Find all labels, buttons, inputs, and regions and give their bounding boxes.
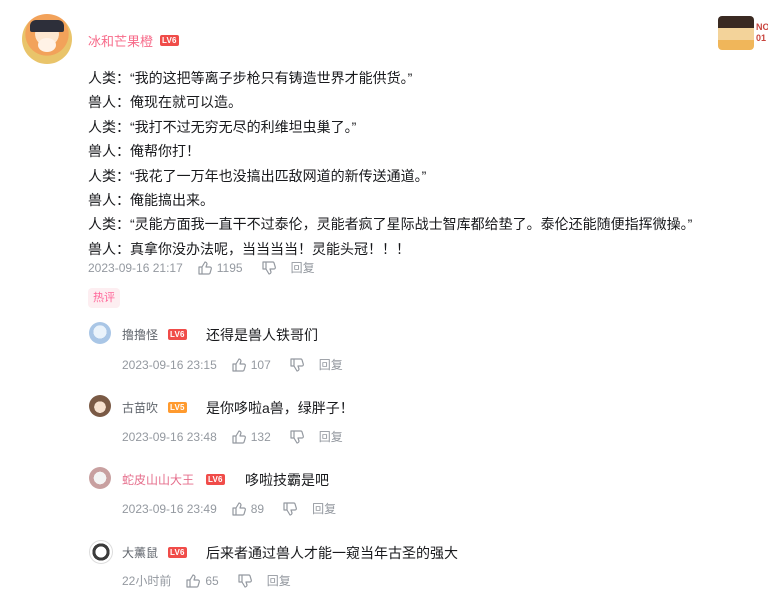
like-count: 89 xyxy=(250,501,265,516)
reply-button[interactable]: 回复 xyxy=(267,572,291,589)
reply-text: 还得是兽人铁哥们 xyxy=(206,327,318,343)
comment-date: 22小时前 xyxy=(122,574,172,588)
comment-line: 人类：“灵能方面我一直干不过泰伦，灵能者疯了星际战士智库都给垫了。泰伦还能随便指… xyxy=(88,216,693,233)
main-comment-meta: 2023-09-16 21:17 1195 回复 xyxy=(88,259,315,276)
reply-text: 哆啦技霸是吧 xyxy=(245,472,329,488)
like-count: 65 xyxy=(205,573,219,588)
reply-text: 后来者通过兽人才能一窥当年古圣的强大 xyxy=(206,545,458,561)
corner-badge-line-2: 01 xyxy=(756,33,767,43)
level-badge: LV5 xyxy=(168,402,187,413)
thumbs-up-icon[interactable] xyxy=(197,260,213,276)
comment-line: 兽人：俺能搞出来。 xyxy=(88,192,214,209)
reply-meta: 2023-09-16 23:15 107 回复 xyxy=(122,356,343,373)
comment-date: 2023-09-16 23:15 xyxy=(122,357,217,372)
reply-button[interactable]: 回复 xyxy=(319,428,343,445)
main-comment-username[interactable]: 冰和芒果橙 xyxy=(88,31,153,50)
main-comment-avatar[interactable] xyxy=(22,14,72,64)
comment-line: 兽人：真拿你没办法呢，当当当当！灵能头冠！！！ xyxy=(88,240,410,257)
reply-avatar[interactable] xyxy=(89,395,111,417)
sidebar-avatar[interactable] xyxy=(718,16,754,50)
comment-line: 人类：“我花了一万年也没搞出匹敌网道的新传送通道。” xyxy=(88,167,427,184)
comment-line: 兽人：俺帮你打！ xyxy=(88,143,200,160)
thumbs-down-icon[interactable] xyxy=(289,357,305,373)
level-badge: LV6 xyxy=(168,329,187,340)
reply-button[interactable]: 回复 xyxy=(319,356,343,373)
reply-text: 是你哆啦a兽，绿胖子！ xyxy=(206,400,354,416)
corner-badge-line-1: NO xyxy=(756,22,768,32)
reply-username[interactable]: 蛇皮山山大王 xyxy=(122,471,194,488)
reply-username[interactable]: 古苗吹 xyxy=(122,399,158,416)
level-badge: LV6 xyxy=(160,35,179,46)
thumbs-down-icon[interactable] xyxy=(289,429,305,445)
level-badge: LV6 xyxy=(168,547,187,558)
comment-line: 兽人：俺现在就可以造。 xyxy=(88,94,242,111)
like-count: 1195 xyxy=(216,260,243,275)
reply-avatar[interactable] xyxy=(89,540,113,564)
like-count: 107 xyxy=(250,357,271,372)
reply-button[interactable]: 回复 xyxy=(291,259,315,276)
reply-meta: 2023-09-16 23:48 132 回复 xyxy=(122,428,343,445)
thumbs-down-icon[interactable] xyxy=(282,501,298,517)
main-comment-body: 人类：“我的这把等离子步枪只有铸造世界才能供货。” 兽人：俺现在就可以造。 人类… xyxy=(88,66,758,261)
comment-line: 人类：“我打不过无穷无尽的利维坦虫巢了。” xyxy=(88,118,357,135)
comment-date: 2023-09-16 23:48 xyxy=(122,429,217,444)
comment-line: 人类：“我的这把等离子步枪只有铸造世界才能供货。” xyxy=(88,70,413,86)
thumbs-down-icon[interactable] xyxy=(237,573,253,589)
thumbs-up-icon[interactable] xyxy=(185,573,201,589)
reply-avatar[interactable] xyxy=(89,322,111,344)
reply-meta: 22小时前 65 回复 xyxy=(122,572,291,589)
like-count: 132 xyxy=(250,429,271,444)
thumbs-up-icon[interactable] xyxy=(231,357,247,373)
hot-comments-tag: 热评 xyxy=(88,288,120,308)
reply-avatar[interactable] xyxy=(89,467,111,489)
thumbs-up-icon[interactable] xyxy=(231,429,247,445)
thumbs-down-icon[interactable] xyxy=(261,260,277,276)
reply-meta: 2023-09-16 23:49 89 回复 xyxy=(122,500,336,517)
reply-button[interactable]: 回复 xyxy=(312,500,336,517)
reply-username[interactable]: 撸撸怪 xyxy=(122,326,158,343)
comment-date: 2023-09-16 21:17 xyxy=(88,260,183,275)
reply-username[interactable]: 大薰鼠 xyxy=(122,544,158,561)
thumbs-up-icon[interactable] xyxy=(231,501,247,517)
corner-badge: NO 01 xyxy=(756,22,768,44)
comment-date: 2023-09-16 23:49 xyxy=(122,501,217,516)
level-badge: LV6 xyxy=(206,474,225,485)
